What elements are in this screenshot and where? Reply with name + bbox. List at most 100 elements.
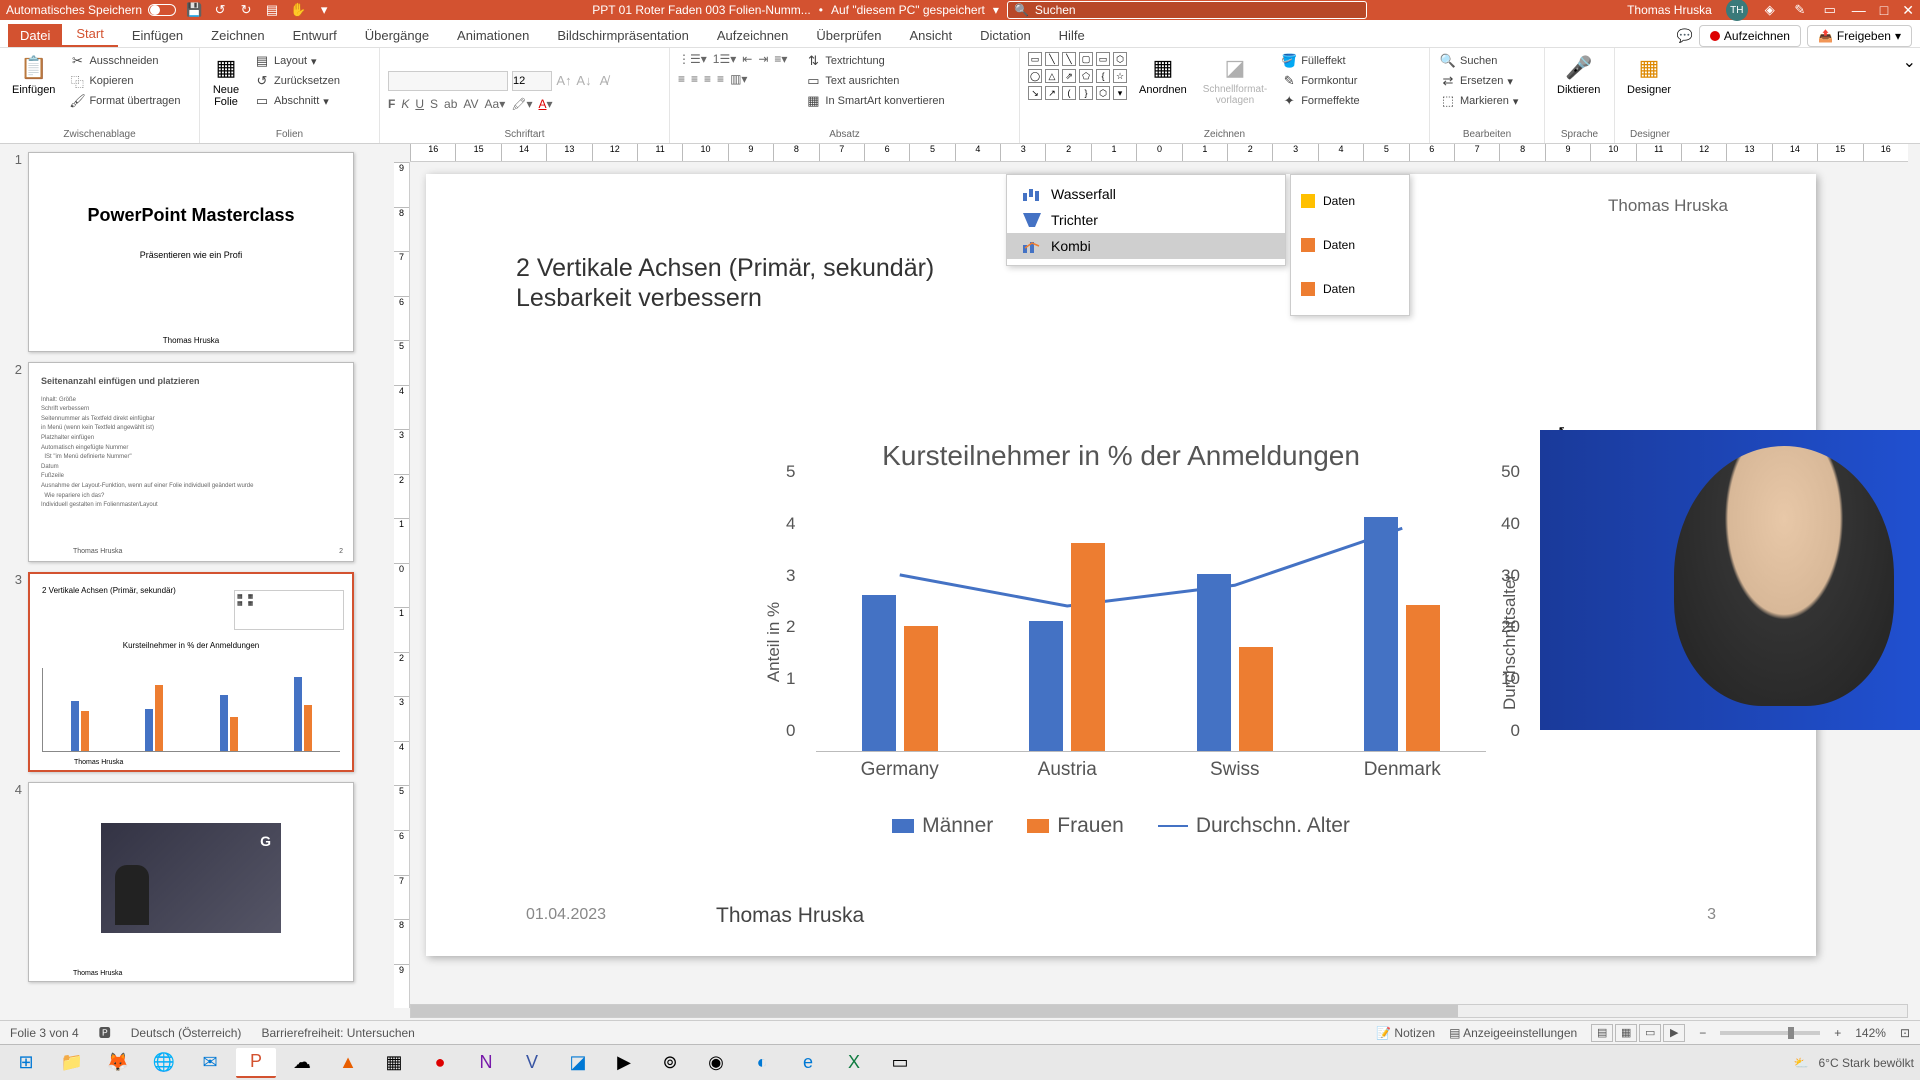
app-icon[interactable]: ◪: [558, 1048, 598, 1078]
case-button[interactable]: Aa▾: [485, 97, 506, 111]
numbering-button[interactable]: 1☰▾: [713, 52, 736, 66]
sorter-view-button[interactable]: ▦: [1615, 1024, 1637, 1042]
app-icon[interactable]: ▦: [374, 1048, 414, 1078]
popup-item-trichter[interactable]: Trichter: [1007, 207, 1285, 233]
new-slide-button[interactable]: ▦Neue Folie: [208, 52, 244, 110]
shape-effects-button[interactable]: ✦Formeffekte: [1279, 92, 1362, 110]
increase-indent-button[interactable]: ⇥: [758, 52, 768, 66]
tab-help[interactable]: Hilfe: [1045, 24, 1099, 47]
decrease-font-icon[interactable]: A↓: [576, 73, 592, 89]
close-button[interactable]: ✕: [1902, 2, 1914, 19]
zoom-slider[interactable]: [1720, 1031, 1820, 1035]
excel-icon[interactable]: X: [834, 1048, 874, 1078]
obs-icon[interactable]: ⊚: [650, 1048, 690, 1078]
chrome-icon[interactable]: 🌐: [144, 1048, 184, 1078]
smartart-button[interactable]: ▦In SmartArt konvertieren: [803, 92, 946, 110]
edge-icon[interactable]: e: [788, 1048, 828, 1078]
app-icon[interactable]: ◐: [742, 1048, 782, 1078]
firefox-icon[interactable]: 🦊: [98, 1048, 138, 1078]
tab-review[interactable]: Überprüfen: [802, 24, 895, 47]
maximize-button[interactable]: □: [1880, 2, 1888, 18]
outlook-icon[interactable]: ✉: [190, 1048, 230, 1078]
line-spacing-button[interactable]: ≡▾: [774, 52, 787, 66]
char-spacing-button[interactable]: AV: [463, 97, 478, 111]
text-direction-button[interactable]: ⇅Textrichtung: [803, 52, 946, 70]
clear-format-icon[interactable]: A̸: [596, 73, 612, 89]
chart[interactable]: Anteil in % Durchschnittsalter 012345010…: [776, 492, 1526, 792]
onenote-icon[interactable]: N: [466, 1048, 506, 1078]
normal-view-button[interactable]: ▤: [1591, 1024, 1613, 1042]
qat-more-icon[interactable]: ▾: [316, 2, 332, 18]
explorer-icon[interactable]: 📁: [52, 1048, 92, 1078]
shape-fill-button[interactable]: 🪣Fülleffekt: [1279, 52, 1362, 70]
touch-mode-icon[interactable]: ✋: [290, 2, 306, 18]
thumbnail-3[interactable]: 2 Vertikale Achsen (Primär, sekundär) ▦ …: [28, 572, 354, 772]
coming-soon-icon[interactable]: ✎: [1792, 2, 1808, 18]
language-status[interactable]: Deutsch (Österreich): [131, 1026, 242, 1040]
replace-button[interactable]: ⇄Ersetzen▾: [1438, 72, 1520, 90]
horizontal-scrollbar[interactable]: [410, 1004, 1908, 1018]
thumbnail-2[interactable]: Seitenanzahl einfügen und platzieren Inh…: [28, 362, 354, 562]
shape-outline-button[interactable]: ✎Formkontur: [1279, 72, 1362, 90]
italic-button[interactable]: K: [401, 97, 409, 111]
tab-slideshow[interactable]: Bildschirmpräsentation: [543, 24, 703, 47]
find-button[interactable]: 🔍Suchen: [1438, 52, 1520, 70]
bold-button[interactable]: F: [388, 97, 395, 111]
app-icon[interactable]: ●: [420, 1048, 460, 1078]
zoom-in-button[interactable]: +: [1834, 1026, 1841, 1040]
share-button[interactable]: 📤Freigeben▾: [1807, 25, 1912, 47]
dropdown-icon[interactable]: ▾: [993, 3, 999, 17]
arrange-button[interactable]: ▦Anordnen: [1135, 52, 1191, 98]
align-right-button[interactable]: ≡: [704, 72, 711, 86]
select-button[interactable]: ⬚Markieren▾: [1438, 92, 1520, 110]
tab-transitions[interactable]: Übergänge: [351, 24, 443, 47]
thumbnail-1[interactable]: PowerPoint Masterclass Präsentieren wie …: [28, 152, 354, 352]
thumbnail-4[interactable]: G Thomas Hruska: [28, 782, 354, 982]
comments-icon[interactable]: 💬: [1677, 28, 1693, 44]
user-avatar[interactable]: TH: [1726, 0, 1748, 21]
tab-design[interactable]: Entwurf: [279, 24, 351, 47]
app-icon[interactable]: ◉: [696, 1048, 736, 1078]
quick-styles-button[interactable]: ◪Schnellformat- vorlagen: [1199, 52, 1271, 108]
shapes-gallery[interactable]: ▭╲╲▢▭⬡ ◯△⇗⬠{☆ ↘↗(}⬡▾: [1028, 52, 1127, 100]
undo-icon[interactable]: ↺: [212, 2, 228, 18]
autosave-toggle[interactable]: Automatisches Speichern: [6, 3, 176, 17]
cut-button[interactable]: ✂Ausschneiden: [67, 52, 182, 70]
reading-view-button[interactable]: ▭: [1639, 1024, 1661, 1042]
start-button[interactable]: ⊞: [6, 1048, 46, 1078]
section-button[interactable]: ▭Abschnitt▾: [252, 92, 342, 110]
toggle-off-icon[interactable]: [148, 4, 176, 16]
align-center-button[interactable]: ≡: [691, 72, 698, 86]
accessibility-status[interactable]: Barrierefreiheit: Untersuchen: [261, 1026, 414, 1040]
window-icon[interactable]: ▭: [1822, 2, 1838, 18]
zoom-out-button[interactable]: −: [1699, 1026, 1706, 1040]
decrease-indent-button[interactable]: ⇤: [742, 52, 752, 66]
reset-button[interactable]: ↺Zurücksetzen: [252, 72, 342, 90]
underline-button[interactable]: U: [415, 97, 424, 111]
justify-button[interactable]: ≡: [717, 72, 724, 86]
copy-button[interactable]: ⿻Kopieren: [67, 72, 182, 90]
legend-row-2[interactable]: Daten: [1301, 223, 1399, 267]
popup-item-kombi[interactable]: Kombi: [1007, 233, 1285, 259]
shadow-button[interactable]: ab: [444, 97, 457, 111]
app-icon[interactable]: ☁: [282, 1048, 322, 1078]
app-icon[interactable]: ▶: [604, 1048, 644, 1078]
powerpoint-icon[interactable]: P: [236, 1048, 276, 1078]
slideshow-icon[interactable]: ▤: [264, 2, 280, 18]
tab-dictation[interactable]: Dictation: [966, 24, 1045, 47]
weather-text[interactable]: 6°C Stark bewölkt: [1818, 1056, 1914, 1070]
popup-item-wasserfall[interactable]: Wasserfall: [1007, 181, 1285, 207]
font-family-select[interactable]: [388, 71, 508, 91]
minimize-button[interactable]: ―: [1852, 2, 1866, 18]
increase-font-icon[interactable]: A↑: [556, 73, 572, 89]
legend-row-3[interactable]: Daten: [1301, 267, 1399, 311]
save-icon[interactable]: 💾: [186, 2, 202, 18]
search-input[interactable]: 🔍 Suchen: [1007, 1, 1367, 19]
fit-window-button[interactable]: ⊡: [1900, 1026, 1910, 1040]
visio-icon[interactable]: V: [512, 1048, 552, 1078]
scrollbar-thumb[interactable]: [411, 1005, 1458, 1017]
record-button[interactable]: Aufzeichnen: [1699, 25, 1801, 47]
highlight-button[interactable]: 🖍▾: [511, 97, 532, 111]
tab-draw[interactable]: Zeichnen: [197, 24, 278, 47]
vlc-icon[interactable]: ▲: [328, 1048, 368, 1078]
